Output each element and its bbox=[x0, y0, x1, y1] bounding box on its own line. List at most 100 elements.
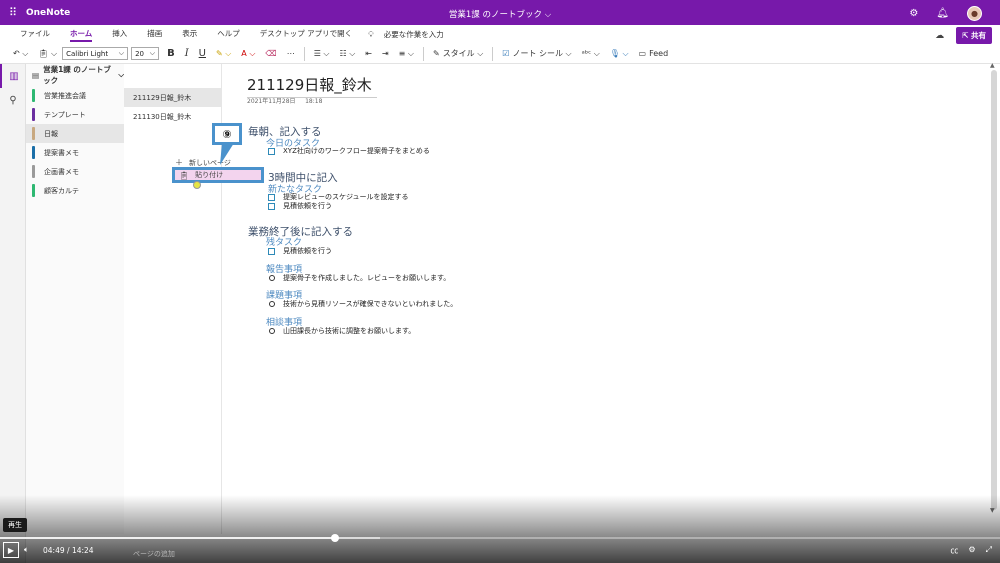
notebooks-icon[interactable]: ▥ bbox=[0, 64, 26, 88]
share-button[interactable]: ⇱ 共有 bbox=[956, 27, 992, 44]
section-item[interactable]: テンプレート bbox=[26, 105, 124, 124]
todo-text: 見積依頼を行う bbox=[283, 247, 332, 255]
font-color-icon[interactable]: A ⌵ bbox=[236, 45, 260, 63]
play-button[interactable]: ▶ bbox=[3, 542, 19, 558]
notebook-title-label[interactable]: 営業1課 のノートブック bbox=[449, 10, 542, 20]
italic-button[interactable]: I bbox=[180, 45, 194, 63]
section-item[interactable]: 営業推進会議 bbox=[26, 86, 124, 105]
list-item[interactable]: 山田課長から技術に調整をお願いします。 bbox=[269, 326, 415, 336]
tell-me-input[interactable]: 必要な作業を入力 bbox=[384, 29, 444, 40]
add-page-button[interactable]: ページの追加 bbox=[133, 549, 175, 559]
font-name-select[interactable]: Calibri Light ⌵ bbox=[62, 47, 129, 60]
feed-button[interactable]: ▭ Feed bbox=[634, 45, 674, 63]
checkbox[interactable] bbox=[268, 247, 275, 255]
underline-button[interactable]: U bbox=[194, 45, 211, 63]
page-item[interactable]: 211130日報_鈴木 bbox=[124, 107, 221, 126]
tab-insert[interactable]: 挿入 bbox=[102, 25, 137, 44]
tab-home[interactable]: ホーム bbox=[60, 25, 102, 44]
list-item[interactable]: 技術から見積リソースが確保できないといわれました。 bbox=[269, 299, 457, 309]
bell-icon[interactable]: 🔔︎ bbox=[936, 8, 949, 19]
title-icons: ⚙ 🔔︎ ● bbox=[909, 6, 982, 21]
scrollbar-thumb[interactable] bbox=[991, 70, 997, 510]
page-item[interactable]: 211129日報_鈴木 bbox=[124, 88, 221, 107]
align-icon[interactable]: ≡ ⌵ bbox=[394, 45, 419, 63]
todo-item[interactable]: XYZ社向けのワークフロー提案骨子をまとめる bbox=[268, 146, 430, 156]
chevron-down-icon: ⌵ bbox=[149, 49, 156, 57]
todo-item[interactable]: 見積依頼を行う bbox=[268, 201, 332, 211]
player-controls-right: ㏄ ⚙ ⤢ bbox=[950, 545, 992, 556]
fullscreen-icon[interactable]: ⤢ bbox=[986, 545, 992, 556]
clear-format-icon[interactable]: ⌫ bbox=[260, 45, 281, 63]
page-date: 2021年11月28日 bbox=[247, 98, 296, 105]
sync-icon[interactable]: ☁ bbox=[935, 31, 944, 41]
dictate-icon[interactable]: 🎙︎ ⌵ bbox=[605, 45, 634, 63]
paste-label: 貼り付け bbox=[195, 171, 224, 179]
note-tags-button[interactable]: ☑ ノート シール ⌵ bbox=[497, 45, 576, 63]
play-icon: ▶ bbox=[7, 545, 15, 555]
checkbox[interactable] bbox=[268, 193, 275, 201]
chevron-down-icon[interactable]: ⌵ bbox=[545, 10, 551, 20]
undo-icon[interactable]: ↶ ⌵ bbox=[8, 45, 33, 63]
vertical-scrollbar[interactable]: ▲ ▼ bbox=[990, 62, 998, 534]
checkbox[interactable] bbox=[268, 147, 275, 155]
gear-icon[interactable]: ⚙ bbox=[909, 8, 918, 19]
left-rail: ▥ ⚲ bbox=[0, 64, 26, 563]
play-tooltip: 再生 bbox=[3, 518, 27, 532]
list-item[interactable]: 提案骨子を作成しました。レビューをお願いします。 bbox=[269, 273, 450, 283]
bold-button[interactable]: B bbox=[162, 45, 180, 63]
styles-button[interactable]: ✎ スタイル ⌵ bbox=[428, 45, 488, 63]
styles-icon: ✎ bbox=[432, 49, 440, 58]
section-color-tab bbox=[32, 127, 35, 140]
title-bar: ⠿ OneNote 営業1課 のノートブック ⌵ ⚙ 🔔︎ ● bbox=[0, 0, 1000, 25]
total-time: 14:24 bbox=[71, 546, 94, 555]
volume-icon[interactable]: 🔈︎ bbox=[24, 545, 29, 555]
section-label: 日報 bbox=[44, 129, 58, 138]
search-icon[interactable]: ⚲ bbox=[0, 88, 26, 112]
divider bbox=[492, 46, 494, 61]
note-canvas[interactable]: 211129日報_鈴木 2021年11月28日 18:18 毎朝、記入する 今日… bbox=[222, 64, 990, 534]
tab-view[interactable]: 表示 bbox=[172, 25, 207, 44]
section-item[interactable]: 顧客カルテ bbox=[26, 181, 124, 200]
font-size-select[interactable]: 20 ⌵ bbox=[131, 47, 160, 60]
notebook-title: 営業1課 のノートブック ⌵ bbox=[0, 8, 1000, 20]
section-color-tab bbox=[32, 108, 35, 121]
bullet-icon bbox=[269, 301, 275, 307]
checkbox[interactable] bbox=[268, 202, 275, 210]
notebook-header[interactable]: ▤ 営業1課 のノートブック ⌵ bbox=[26, 64, 124, 86]
captions-icon[interactable]: ㏄ bbox=[950, 545, 958, 556]
progress-handle[interactable] bbox=[331, 534, 339, 542]
clipboard-icon[interactable]: 📋︎ ⌵ bbox=[33, 45, 62, 63]
section-item[interactable]: 提案書メモ bbox=[26, 143, 124, 162]
mouse-cursor bbox=[193, 181, 201, 189]
bullet-icon bbox=[269, 328, 275, 334]
section-list: 営業推進会議 テンプレート日報提案書メモ企画書メモ 顧客カルテ bbox=[26, 86, 124, 200]
section-item[interactable]: 企画書メモ bbox=[26, 162, 124, 181]
scroll-up-icon[interactable]: ▲ bbox=[990, 62, 995, 69]
indent-icon[interactable]: ⇥ bbox=[377, 45, 394, 63]
feed-label: Feed bbox=[649, 49, 669, 58]
time-separator: / bbox=[67, 546, 70, 555]
spelling-icon[interactable]: ᵃᵇᶜ ⌵ bbox=[577, 45, 605, 63]
numbering-icon[interactable]: ☷ ⌵ bbox=[334, 45, 360, 63]
page-title[interactable]: 211129日報_鈴木 bbox=[247, 74, 377, 98]
app-launcher-icon[interactable]: ⠿ bbox=[0, 0, 26, 25]
avatar[interactable]: ● bbox=[967, 6, 982, 21]
font-size-value: 20 bbox=[135, 49, 144, 58]
settings-icon[interactable]: ⚙ bbox=[968, 545, 975, 556]
lightbulb-icon: 💡︎ bbox=[368, 29, 374, 39]
section-label: 提案書メモ bbox=[44, 148, 79, 157]
notebook-name: 営業1課 のノートブック bbox=[43, 65, 111, 85]
app-name[interactable]: OneNote bbox=[26, 8, 70, 18]
tab-open-desktop[interactable]: デスクトップ アプリで開く bbox=[250, 25, 362, 44]
more-icon[interactable]: ⋯ bbox=[282, 45, 300, 63]
pages-pane: 211129日報_鈴木 211130日報_鈴木 bbox=[124, 64, 222, 534]
tab-draw[interactable]: 描画 bbox=[137, 25, 172, 44]
bullets-icon[interactable]: ☰ ⌵ bbox=[309, 45, 335, 63]
todo-item[interactable]: 見積依頼を行う bbox=[268, 246, 332, 256]
section-color-tab bbox=[32, 146, 35, 159]
highlight-icon[interactable]: ✎ ⌵ bbox=[211, 45, 236, 63]
outdent-icon[interactable]: ⇤ bbox=[360, 45, 377, 63]
tab-file[interactable]: ファイル bbox=[10, 25, 60, 44]
tab-help[interactable]: ヘルプ bbox=[207, 25, 250, 44]
section-item[interactable]: 日報 bbox=[26, 124, 124, 143]
